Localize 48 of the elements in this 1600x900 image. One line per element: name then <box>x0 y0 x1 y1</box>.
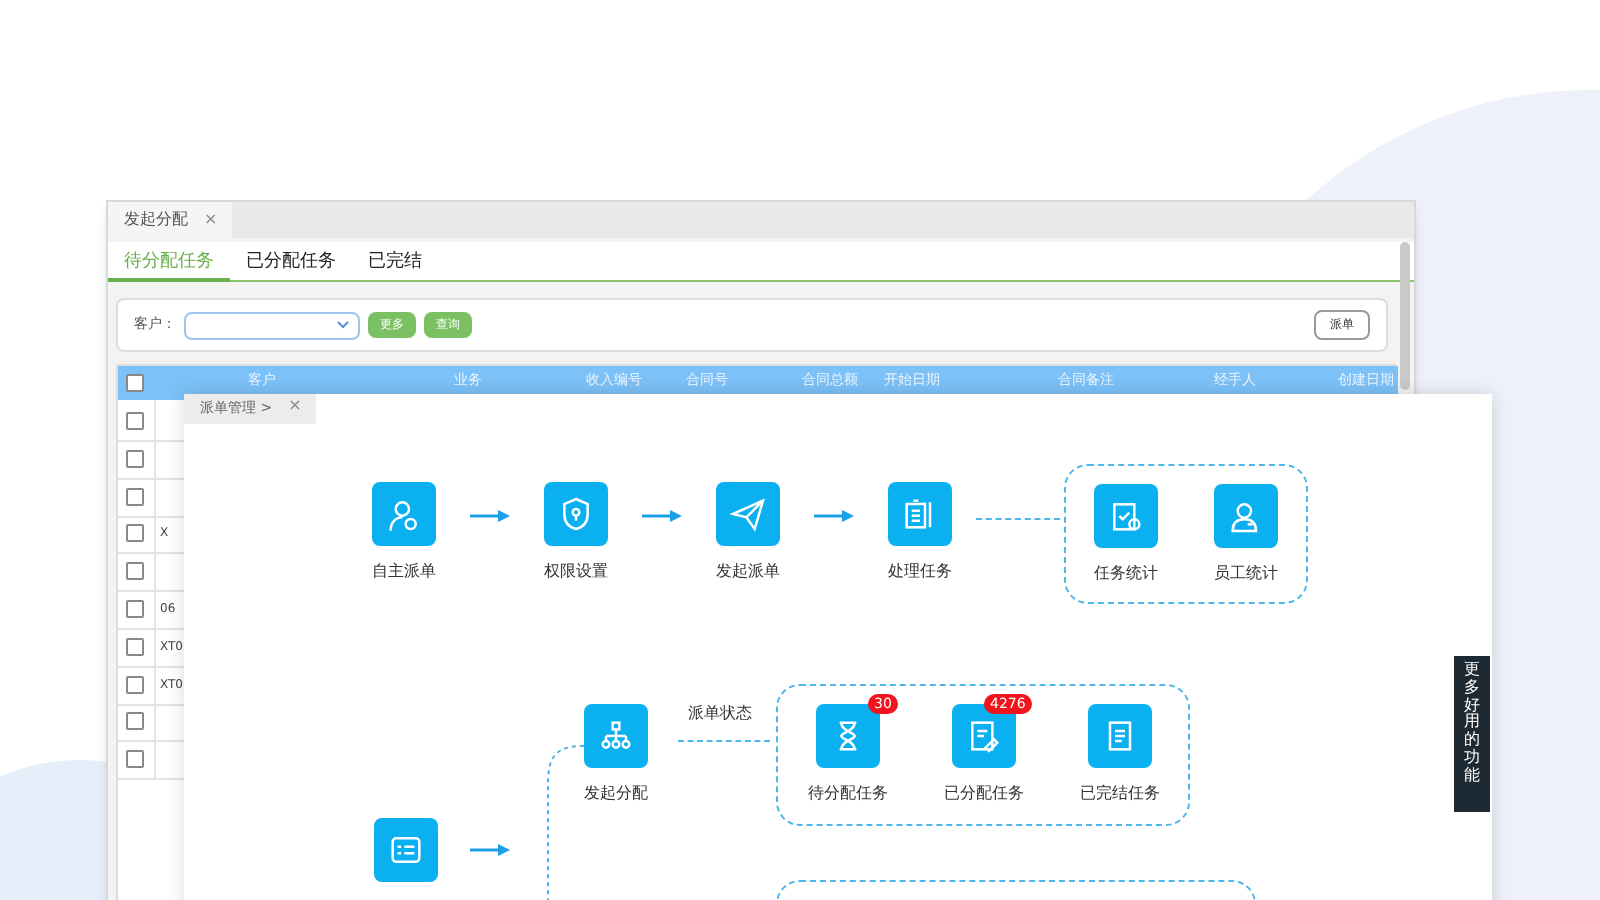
checkbox[interactable] <box>126 675 144 694</box>
checkbox[interactable] <box>126 524 144 543</box>
close-icon[interactable]: × <box>204 208 218 232</box>
feature-label: 已分配任务 <box>942 782 1026 806</box>
customer-dropdown[interactable] <box>184 311 360 339</box>
close-icon[interactable]: × <box>288 398 302 414</box>
checkbox[interactable] <box>126 449 144 468</box>
feature-tile[interactable] <box>584 704 648 768</box>
feature-label: 任务统计 <box>1092 562 1160 586</box>
arrow-icon <box>470 844 510 856</box>
checkbox[interactable] <box>126 712 144 731</box>
arrow-icon <box>814 510 854 522</box>
feature-label: 处理任务 <box>886 560 954 584</box>
scrollbar[interactable] <box>1400 242 1410 390</box>
feature-label: 员工统计 <box>1212 562 1280 586</box>
tab[interactable]: 已完结 <box>352 242 438 282</box>
feature-label: 权限设置 <box>542 560 610 584</box>
feature-tile[interactable] <box>372 482 436 546</box>
window-tab[interactable]: 发起分配 × <box>108 202 232 238</box>
feature-label: 发起派单 <box>714 560 782 584</box>
feature-label: 发起分配 <box>582 782 650 806</box>
checkbox[interactable] <box>126 374 144 392</box>
feature-tile[interactable] <box>1088 704 1152 768</box>
feature-tile[interactable] <box>544 482 608 546</box>
arrow-icon <box>470 510 510 522</box>
checkbox[interactable] <box>126 487 144 506</box>
feature-label: 待分配任务 <box>806 782 890 806</box>
feature-tile[interactable] <box>1214 484 1278 548</box>
dashed-connector <box>976 518 1060 520</box>
checkbox[interactable] <box>126 637 144 656</box>
feature-tile[interactable] <box>716 482 780 546</box>
connector-label: 派单状态 <box>688 702 752 726</box>
feature-tile[interactable] <box>374 818 438 882</box>
checkbox[interactable] <box>126 412 144 430</box>
feature-tile[interactable] <box>888 482 952 546</box>
checkbox[interactable] <box>126 750 144 769</box>
feature-label: 已完结任务 <box>1078 782 1162 806</box>
checkbox[interactable] <box>126 600 144 618</box>
side-tab[interactable]: 更多好用的功能 <box>1454 656 1490 812</box>
feature-tile[interactable] <box>1094 484 1158 548</box>
feature-label: 自主派单 <box>370 560 438 584</box>
paper-plane-icon <box>728 494 768 534</box>
checkbox[interactable] <box>126 562 144 581</box>
chevron-icon <box>336 320 350 330</box>
tab[interactable]: 已分配任务 <box>230 242 352 282</box>
dashed-connector <box>678 740 770 742</box>
arrow-icon <box>642 510 682 522</box>
tab[interactable]: 待分配任务 <box>108 242 230 282</box>
